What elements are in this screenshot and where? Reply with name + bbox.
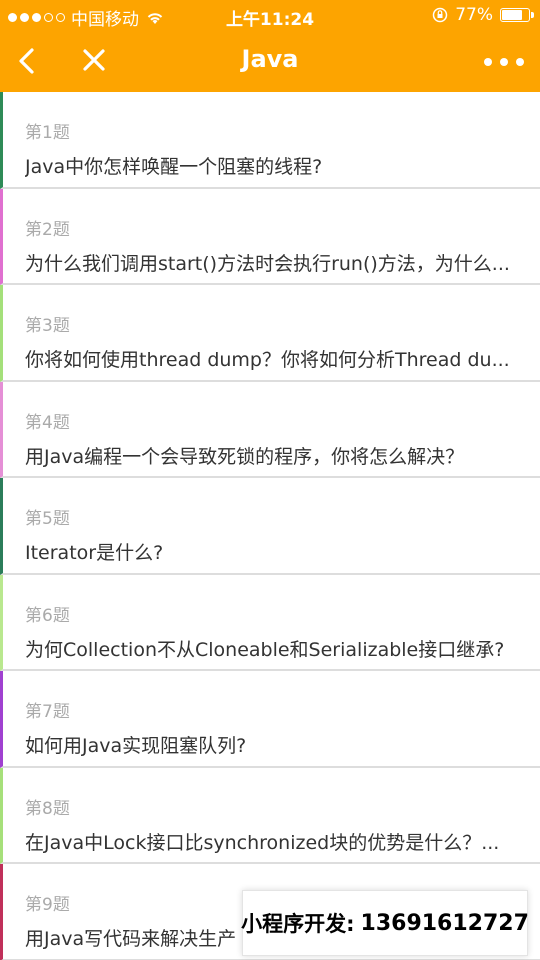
watermark-phone: 13691612727 [360, 910, 529, 936]
question-item[interactable]: 第2题为什么我们调用start()方法时会执行run()方法，为什么... [0, 188, 540, 285]
orientation-lock-icon [432, 7, 448, 23]
question-number: 第3题 [25, 316, 70, 336]
question-item[interactable]: 第6题为何Collection不从Cloneable和Serializable接… [0, 574, 540, 671]
question-number: 第5题 [25, 509, 70, 529]
question-number: 第2题 [25, 219, 70, 240]
question-text: 在Java中Lock接口比synchronized块的优势是什么？... [25, 831, 500, 854]
battery-icon [500, 8, 534, 22]
question-number: 第7题 [25, 702, 70, 722]
question-item[interactable]: 第3题你将如何使用thread dump？你将如何分析Thread du... [0, 285, 540, 382]
question-text: 如何用Java实现阻塞队列? [25, 735, 247, 757]
question-text: 为何Collection不从Cloneable和Serializable接口继承… [25, 638, 505, 661]
battery-percent: 77% [455, 5, 493, 25]
watermark-label: 小程序开发: [241, 912, 355, 936]
question-item[interactable]: 第1题 Java中你怎样唤醒一个阻塞的线程? [0, 92, 540, 189]
question-text: Java中你怎样唤醒一个阻塞的线程? [25, 156, 323, 178]
question-item[interactable]: 第5题 Iterator是什么? [0, 478, 540, 575]
question-item[interactable]: 第4题用Java编程一个会导致死锁的程序，你将怎么解决？ [0, 381, 540, 478]
contact-watermark: 小程序开发: 13691612727 [241, 890, 529, 956]
question-item[interactable]: 第7题如何用Java实现阻塞队列? [0, 671, 540, 768]
question-number: 第4题 [25, 412, 70, 433]
question-item[interactable]: 第8题在Java中Lock接口比synchronized块的优势是什么？... [0, 767, 540, 864]
battery-level-fill [502, 10, 523, 20]
status-bar: 中国移动 上午11:24 77% [0, 0, 540, 30]
question-number: 第8题 [25, 798, 70, 819]
question-number: 第6题 [25, 605, 70, 626]
page-title: Java [241, 45, 299, 73]
more-dots-icon[interactable] [484, 52, 524, 72]
question-text: Iterator是什么? [25, 542, 164, 564]
question-text: 为什么我们调用start()方法时会执行run()方法，为什么... [25, 252, 510, 275]
question-list: 第1题 Java中你怎样唤醒一个阻塞的线程? 第2题为什么我们调用start()方法… [0, 92, 540, 960]
question-text: 你将如何使用thread dump？你将如何分析Thread du... [25, 349, 510, 371]
question-text: 用Java编程一个会导致死锁的程序，你将怎么解决？ [25, 445, 465, 468]
question-number: 第1题 [25, 123, 70, 143]
navigation-bar: Java [0, 30, 540, 92]
question-number: 第9题 [25, 895, 70, 915]
